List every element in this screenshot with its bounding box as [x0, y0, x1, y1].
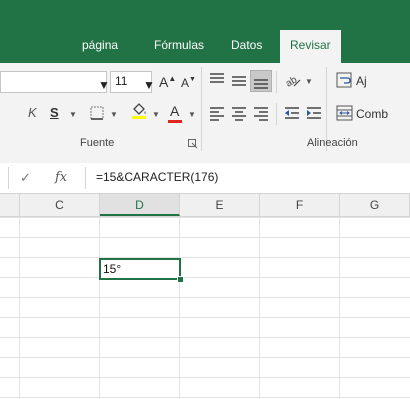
separator: [276, 71, 277, 93]
align-middle-button[interactable]: [230, 71, 248, 89]
align-bottom-icon: [254, 79, 268, 89]
column-header-f[interactable]: F: [260, 194, 340, 216]
font-color-swatch: [168, 120, 182, 123]
separator: [8, 167, 9, 189]
fill-handle[interactable]: [177, 276, 184, 283]
fill-color-button[interactable]: [130, 101, 148, 119]
active-cell-value: 15°: [103, 262, 122, 276]
grow-font-button[interactable]: A▲: [159, 74, 176, 90]
strikethrough-button[interactable]: S: [50, 105, 59, 120]
font-dialog-launcher[interactable]: [188, 139, 198, 149]
merge-cells-icon: [336, 105, 353, 121]
separator: [85, 167, 86, 189]
confirm-icon[interactable]: ✓: [20, 170, 31, 186]
font-color-button[interactable]: A: [168, 103, 182, 123]
insert-function-button[interactable]: fx: [55, 170, 67, 185]
font-size-value: 11: [115, 74, 128, 88]
separator: [276, 103, 277, 125]
italic-icon[interactable]: K: [28, 105, 37, 120]
column-header-g[interactable]: G: [340, 194, 410, 216]
increase-indent-icon: [307, 107, 321, 119]
tab-page-layout[interactable]: página: [82, 38, 118, 52]
chevron-down-icon[interactable]: ▼: [152, 110, 160, 119]
active-cell[interactable]: 15°: [99, 258, 181, 280]
dialog-launcher-icon: [188, 139, 198, 149]
align-right-button[interactable]: [252, 104, 270, 122]
strikethrough-label: S: [50, 105, 59, 120]
tab-data[interactable]: Datos: [231, 38, 262, 52]
borders-icon: [90, 106, 104, 120]
paint-bucket-icon: [132, 103, 146, 119]
wrap-text-button[interactable]: [336, 71, 354, 89]
text-orientation-icon: ab: [284, 74, 301, 89]
excel-window: página Fórmulas Datos Revisar ▼ 11 ▼ A▲ …: [0, 0, 410, 399]
triangle-up-icon: ▲: [168, 74, 177, 83]
column-header-c[interactable]: C: [20, 194, 100, 216]
wrap-text-label: Aj: [356, 74, 367, 88]
column-header-b[interactable]: [0, 194, 20, 216]
column-header-row: C D E F G: [0, 194, 410, 217]
align-top-button[interactable]: [208, 71, 226, 89]
merge-center-button[interactable]: [336, 104, 354, 122]
wrap-text-icon: [336, 72, 352, 88]
chevron-down-icon[interactable]: ▼: [110, 110, 118, 119]
separator: [326, 103, 327, 125]
align-left-icon: [210, 107, 224, 121]
column-header-e[interactable]: E: [180, 194, 260, 216]
borders-button[interactable]: [88, 104, 106, 122]
align-bottom-button[interactable]: [250, 70, 272, 92]
cell-grid[interactable]: [0, 217, 410, 399]
align-top-icon: [210, 73, 224, 83]
grow-font-label: A: [159, 74, 169, 90]
chevron-down-icon: ▼: [143, 78, 155, 92]
ribbon: ▼ 11 ▼ A▲ A▼ K S ▼ ▼ ▼ A ▼ Fuente ab ▼ A…: [0, 63, 410, 164]
merge-label: Comb: [356, 107, 389, 121]
increase-indent-button[interactable]: [305, 104, 323, 122]
tab-review[interactable]: Revisar: [280, 30, 341, 63]
chevron-down-icon[interactable]: ▼: [69, 110, 77, 119]
column-header-d[interactable]: D: [100, 194, 180, 216]
group-separator: [201, 67, 202, 151]
decrease-indent-button[interactable]: [283, 104, 301, 122]
formula-input[interactable]: =15&CARACTER(176): [96, 170, 218, 184]
font-group-label: Fuente: [80, 137, 115, 149]
align-center-button[interactable]: [230, 104, 248, 122]
align-middle-icon: [232, 76, 246, 86]
shrink-font-label: A: [181, 76, 190, 90]
tab-formulas[interactable]: Fórmulas: [154, 38, 204, 52]
orientation-button[interactable]: ab: [284, 71, 302, 89]
fx-icon: fx: [55, 170, 68, 185]
ribbon-tab-bar: página Fórmulas Datos Revisar: [0, 0, 410, 63]
chevron-down-icon[interactable]: ▼: [305, 77, 313, 86]
align-center-icon: [232, 107, 246, 121]
chevron-down-icon: ▼: [98, 78, 110, 92]
font-color-label: A: [170, 103, 180, 119]
svg-text:ab: ab: [284, 74, 299, 89]
decrease-indent-icon: [285, 107, 299, 119]
chevron-down-icon[interactable]: ▼: [188, 110, 196, 119]
triangle-down-icon: ▼: [189, 76, 196, 83]
font-size-dropdown[interactable]: 11 ▼: [110, 71, 155, 93]
shrink-font-button[interactable]: A▼: [181, 76, 196, 90]
align-right-icon: [254, 107, 268, 121]
font-name-dropdown[interactable]: ▼: [0, 71, 110, 93]
align-left-button[interactable]: [208, 104, 226, 122]
alignment-group-label: Alineación: [307, 137, 358, 149]
formula-bar: ✓ fx =15&CARACTER(176): [0, 163, 410, 194]
